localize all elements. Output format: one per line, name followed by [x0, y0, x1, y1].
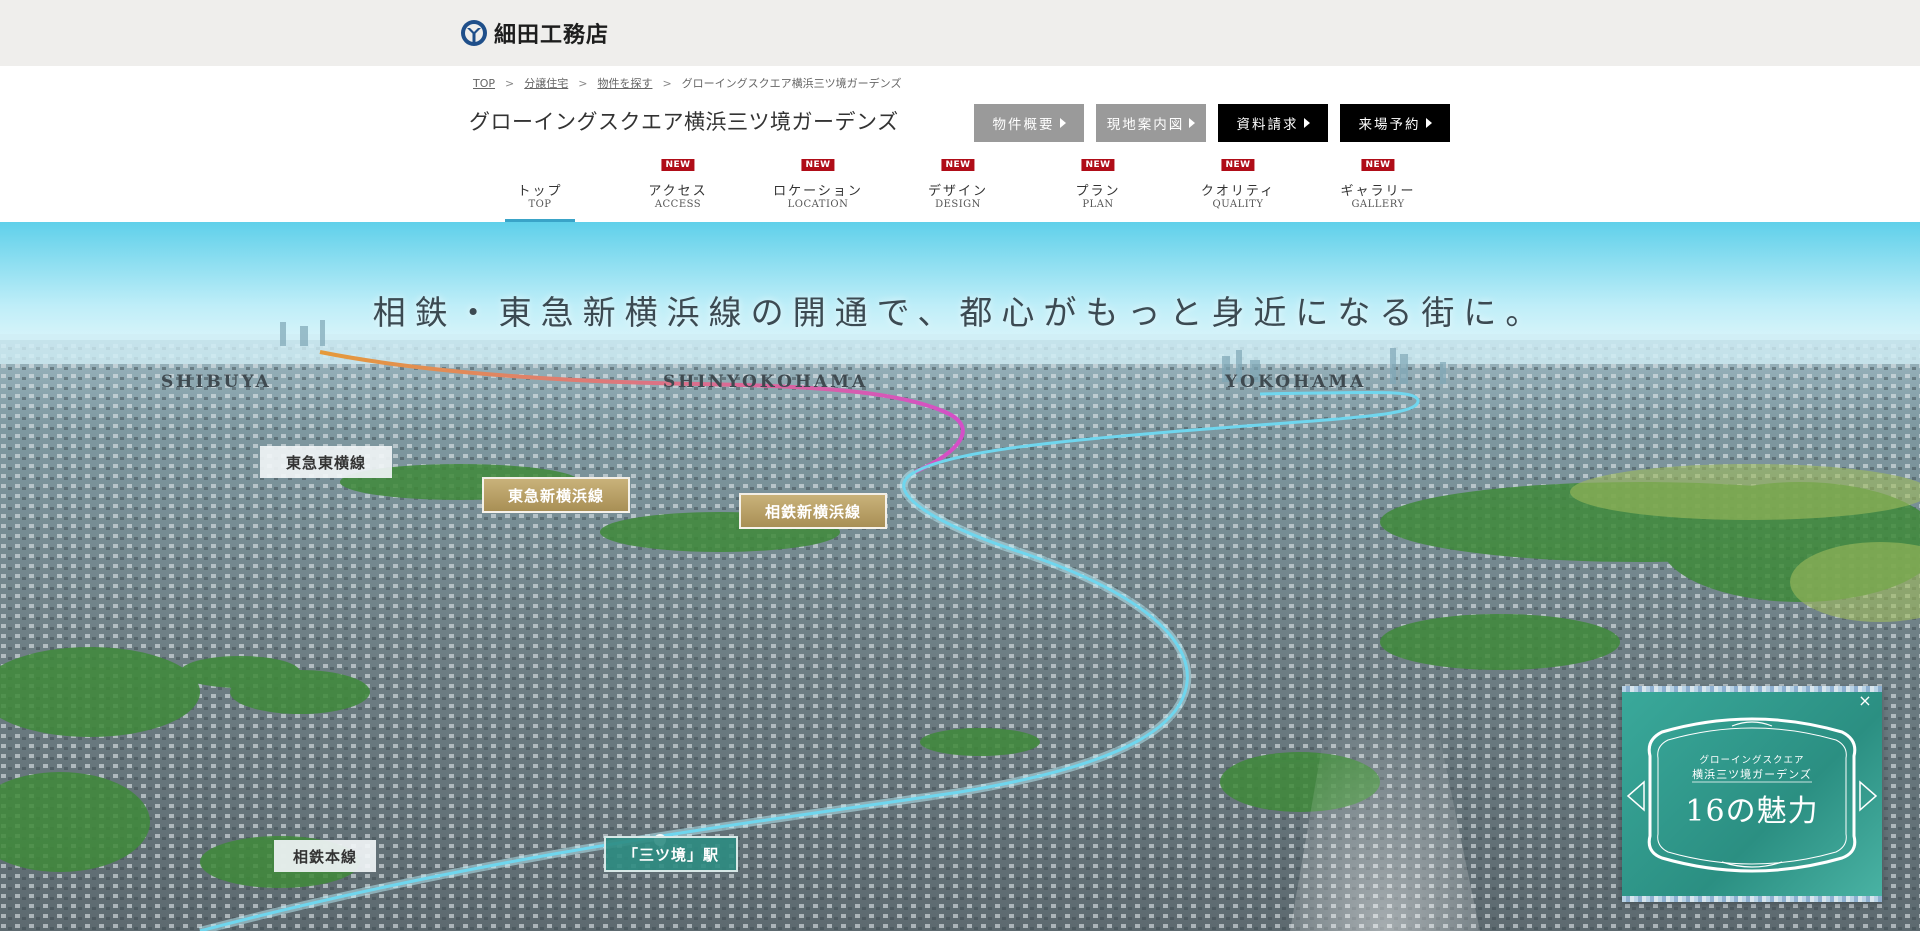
nav-tab-label-jp: クオリティ	[1200, 184, 1276, 199]
visit-button-label: 来場予約	[1358, 117, 1421, 133]
arrow-right-icon	[1303, 118, 1310, 128]
nav-tab-label-en: TOP	[528, 199, 552, 210]
nav-tab-plan[interactable]: NEW プラン PLAN	[1028, 156, 1168, 222]
nav-tab-label-en: PLAN	[1082, 199, 1114, 210]
nav-tab-location[interactable]: NEW ロケーション LOCATION	[748, 156, 888, 222]
overview-button-label: 物件概要	[992, 117, 1055, 133]
map-button[interactable]: 現地案内図	[1096, 104, 1206, 142]
nav-tab-label-en: LOCATION	[787, 199, 849, 210]
overview-button[interactable]: 物件概要	[974, 104, 1084, 142]
nav-tab-label-jp: トップ	[517, 184, 563, 199]
breadcrumb-separator: >	[662, 76, 672, 90]
brand-logo[interactable]: 細田工務店	[460, 18, 609, 48]
breadcrumb: TOP > 分譲住宅 > 物件を探す > グローイングスクエア横浜三ツ境ガーデン…	[473, 75, 901, 91]
breadcrumb-separator: >	[505, 76, 515, 90]
breadcrumb-current: グローイングスクエア横浜三ツ境ガーデンズ	[681, 77, 902, 90]
request-button[interactable]: 資料請求	[1218, 104, 1328, 142]
breadcrumb-link-houses[interactable]: 分譲住宅	[524, 75, 568, 91]
promo-headline: 16の魅力	[1685, 794, 1819, 829]
nav-tab-label-jp: アクセス	[648, 184, 708, 199]
breadcrumb-link-top[interactable]: TOP	[473, 77, 495, 90]
nav-tab-label-en: DESIGN	[935, 199, 981, 210]
nav-tab-gallery[interactable]: NEW ギャラリー GALLERY	[1308, 156, 1448, 222]
city-label-shibuya: SHIBUYA	[161, 372, 272, 392]
breadcrumb-link-search[interactable]: 物件を探す	[597, 75, 652, 91]
city-label-shinyokohama: SHINYOKOHAMA	[663, 372, 869, 392]
nav-tab-label-jp: ロケーション	[773, 184, 863, 199]
nav-tab-quality[interactable]: NEW クオリティ QUALITY	[1168, 156, 1308, 222]
sub-navigation: トップ TOP NEW アクセス ACCESS NEW ロケーション LOCAT…	[0, 156, 1920, 222]
nav-tab-label-en: QUALITY	[1212, 199, 1264, 210]
new-badge: NEW	[801, 159, 835, 171]
city-label-yokohama: YOKOHAMA	[1225, 372, 1367, 392]
map-button-label: 現地案内図	[1106, 117, 1185, 133]
nav-tab-label-jp: デザイン	[927, 184, 988, 199]
brand-bar: 細田工務店	[0, 0, 1920, 66]
nav-tab-design[interactable]: NEW デザイン DESIGN	[888, 156, 1028, 222]
promo-property-name: 横浜三ツ境ガーデンズ	[1692, 768, 1812, 781]
rail-label-sotetsu-shinyokohama: 相鉄新横浜線	[739, 493, 887, 529]
property-title: グローイングスクエア横浜三ツ境ガーデンズ	[469, 110, 899, 134]
nav-tab-label-jp: ギャラリー	[1340, 184, 1416, 199]
request-button-label: 資料請求	[1236, 117, 1299, 133]
visit-button[interactable]: 来場予約	[1340, 104, 1450, 142]
hero-headline: 相鉄・東急新横浜線の開通で、都心がもっと身近になる街に。	[372, 293, 1548, 332]
rail-label-toyoko: 東急東横線	[260, 446, 392, 478]
nav-tab-access[interactable]: NEW アクセス ACCESS	[608, 156, 748, 222]
close-icon[interactable]: ×	[1856, 692, 1874, 710]
arrow-right-icon	[1059, 118, 1066, 128]
breadcrumb-separator: >	[578, 76, 588, 90]
nav-tab-top[interactable]: トップ TOP	[470, 156, 610, 222]
promo-stripe-bottom	[1622, 896, 1882, 902]
promo-card[interactable]: × グローイングスクエア 横浜三ツ境ガーデンズ 16の魅力	[1622, 686, 1882, 902]
new-badge: NEW	[1081, 159, 1115, 171]
nav-tab-label-jp: プラン	[1075, 184, 1121, 199]
brand-logo-icon	[461, 20, 487, 46]
rail-label-tokyu-shinyokohama: 東急新横浜線	[482, 477, 630, 513]
nav-tab-label-en: ACCESS	[654, 199, 702, 210]
brand-name: 細田工務店	[494, 23, 610, 48]
new-badge: NEW	[1361, 159, 1395, 171]
new-badge: NEW	[1221, 159, 1255, 171]
arrow-right-icon	[1189, 118, 1196, 128]
rail-label-sotetsu-main: 相鉄本線	[274, 840, 376, 872]
new-badge: NEW	[661, 159, 695, 171]
station-label-mitsukyo: 「三ツ境」駅	[604, 836, 738, 872]
arrow-right-icon	[1425, 118, 1432, 128]
promo-subtitle: グローイングスクエア	[1699, 755, 1805, 766]
nav-tab-label-en: GALLERY	[1351, 199, 1405, 210]
new-badge: NEW	[941, 159, 975, 171]
